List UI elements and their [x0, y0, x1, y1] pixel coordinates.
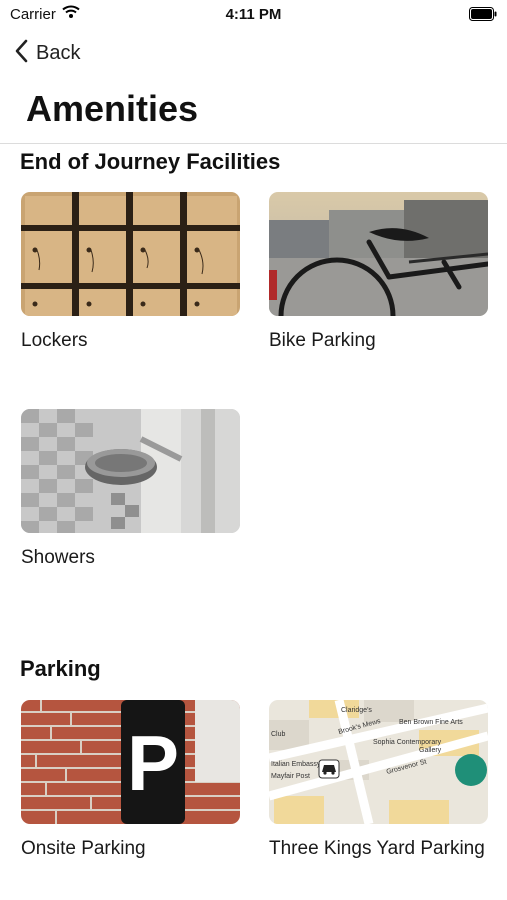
- map-label: Gallery: [419, 747, 442, 754]
- status-bar: Carrier 4:11 PM: [0, 0, 507, 30]
- bike-photo: [269, 192, 488, 316]
- amenity-label: Bike Parking: [269, 330, 376, 351]
- amenity-tile-three-kings-yard-parking[interactable]: Claridge's Ben Brown Fine Arts Brook's M…: [269, 700, 488, 860]
- amenity-label: Showers: [21, 547, 95, 568]
- battery-icon: [469, 7, 497, 26]
- amenity-tile-onsite-parking[interactable]: P Onsite Parking: [21, 700, 240, 860]
- map-label: Sophia Contemporary: [373, 739, 442, 746]
- amenity-label: Three Kings Yard Parking: [269, 838, 485, 859]
- map-thumbnail: Claridge's Ben Brown Fine Arts Brook's M…: [269, 700, 488, 824]
- svg-text:P: P: [127, 719, 179, 807]
- amenity-label: Lockers: [21, 330, 88, 351]
- location-marker-icon: [455, 754, 487, 786]
- header-divider: [0, 143, 507, 144]
- map-label: Mayfair Post: [271, 773, 310, 780]
- map-label: Club: [271, 731, 286, 738]
- lockers-photo: [21, 192, 240, 316]
- amenity-tile-lockers[interactable]: Lockers: [21, 192, 240, 352]
- chevron-left-icon: [14, 39, 28, 68]
- amenity-tile-bike-parking[interactable]: Bike Parking: [269, 192, 488, 352]
- back-label: Back: [36, 41, 81, 64]
- shower-photo: [21, 409, 240, 533]
- back-button[interactable]: Back: [14, 38, 80, 68]
- amenity-label: Onsite Parking: [21, 838, 146, 859]
- section-title-parking: Parking: [20, 656, 101, 681]
- page-title: Amenities: [26, 88, 199, 129]
- section-title-end-of-journey: End of Journey Facilities: [20, 149, 281, 174]
- amenity-tile-showers[interactable]: Showers: [21, 409, 240, 569]
- map-label: Ben Brown Fine Arts: [399, 719, 463, 726]
- map-label: Claridge's: [341, 707, 372, 714]
- parking-sign-photo: P: [21, 700, 240, 824]
- map-label: Italian Embassy: [271, 761, 321, 768]
- clock: 4:11 PM: [225, 6, 282, 23]
- car-marker-icon: [318, 759, 340, 779]
